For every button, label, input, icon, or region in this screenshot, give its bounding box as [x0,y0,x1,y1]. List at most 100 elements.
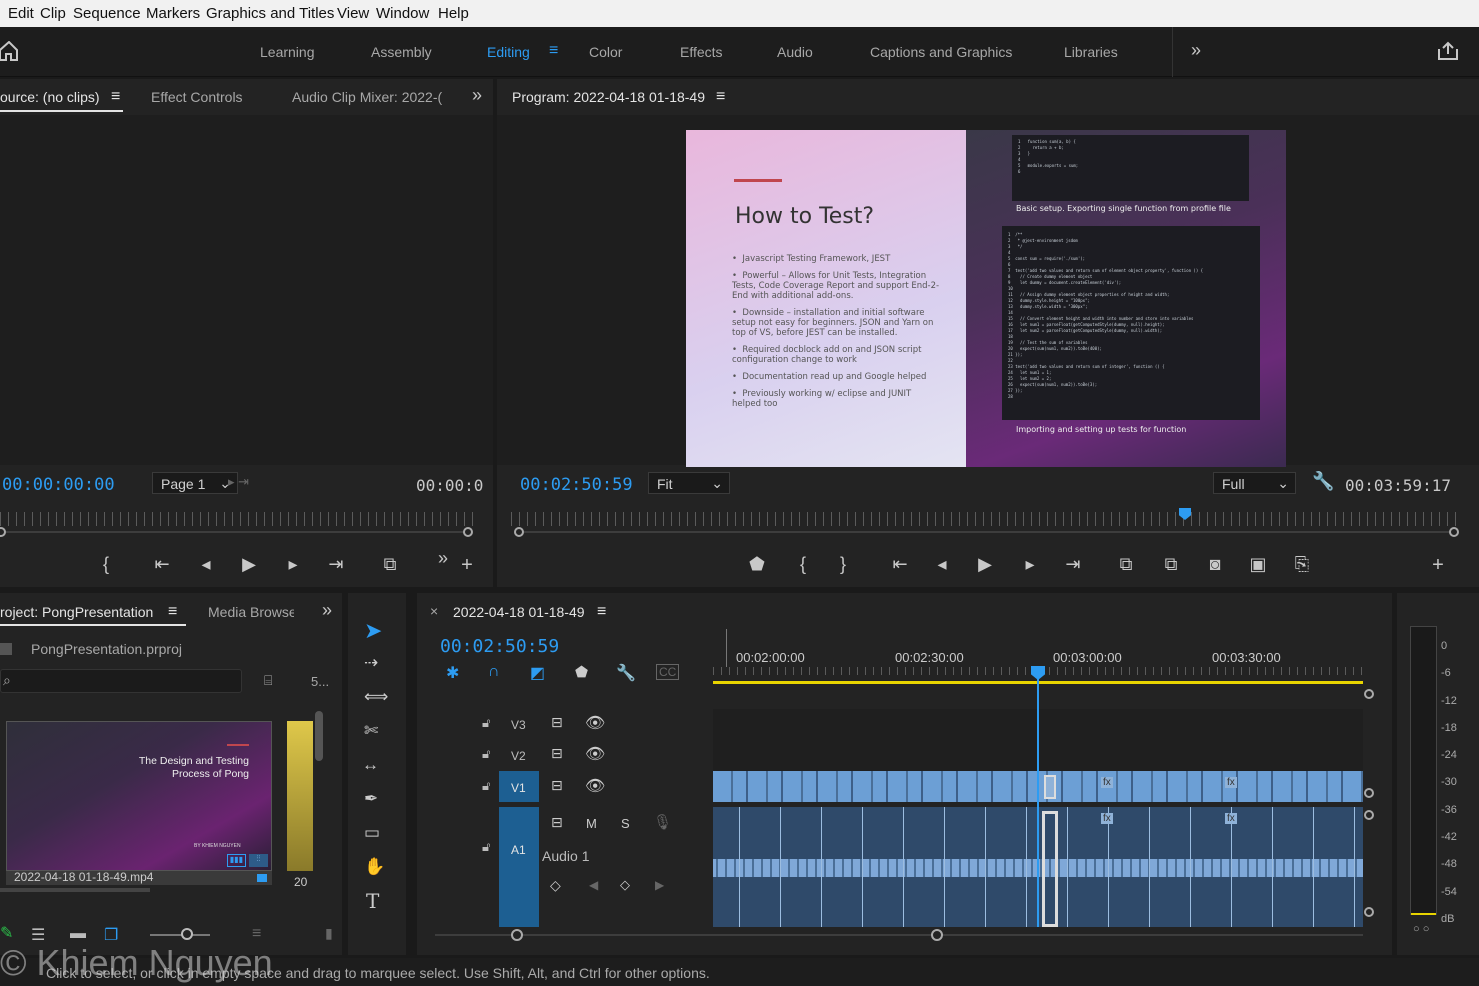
solo-button[interactable]: S [621,816,630,831]
sync-lock-icon[interactable]: ⊟ [551,714,563,731]
captions-icon[interactable]: CC [656,664,680,680]
menu-graphics-and-titles[interactable]: Graphics and Titles [206,5,334,22]
menu-edit[interactable]: Edit [8,5,34,22]
go-to-in-icon[interactable]: ⇤ [889,555,911,573]
wrench-icon[interactable]: 🔧 [616,663,636,683]
hand-tool-icon[interactable]: ✋ [364,857,385,877]
export-frame-icon[interactable]: ⎘ [1291,555,1313,573]
project-scrollbar[interactable] [315,711,323,761]
workspace-color[interactable]: Color [589,44,622,60]
new-bin-icon[interactable]: ▮ [325,925,333,942]
menu-markers[interactable]: Markers [146,5,200,22]
program-time-ruler[interactable] [511,512,1456,526]
menu-clip[interactable]: Clip [40,5,66,22]
track-select-tool-icon[interactable]: ⇢ [364,653,378,673]
vscroll-handle[interactable] [1364,907,1374,917]
workspace-effects[interactable]: Effects [680,44,723,60]
hscroll-handle-right[interactable] [931,929,943,941]
go-to-in-icon[interactable]: ⇤ [151,555,173,573]
project-overflow-icon[interactable]: » [322,600,332,621]
bin-search-icon[interactable]: ⌸ [264,672,272,689]
scroll-handle-right[interactable] [1449,527,1459,537]
timeline-timecode[interactable]: 00:02:50:59 [440,636,559,657]
add-marker-icon[interactable]: ⬟ [575,663,588,681]
vscroll-handle[interactable] [1364,788,1374,798]
track-label-v2[interactable]: V2 [511,749,526,763]
microphone-icon[interactable]: 🎙︎ [653,813,672,831]
prev-keyframe-icon[interactable]: ◀ [589,878,598,892]
go-to-out-icon[interactable]: ⇥ [1062,555,1084,573]
step-back-icon[interactable]: ◂ [931,555,953,573]
pencil-icon[interactable]: ✎ [0,923,13,943]
scroll-handle-right[interactable] [463,527,473,537]
camera-icon[interactable]: ◙ [1204,555,1226,573]
project-hscrollbar[interactable] [0,888,150,892]
type-tool-icon[interactable]: T [366,889,379,913]
add-button-icon[interactable]: + [456,555,478,575]
tab-media-browser[interactable]: Media Browse [208,604,294,620]
hscroll-handle-left[interactable] [511,929,523,941]
program-timecode[interactable]: 00:02:50:59 [520,475,633,495]
workspace-libraries[interactable]: Libraries [1064,44,1118,60]
snap-magnet-icon[interactable]: ∩ [488,663,500,681]
vscroll-handle[interactable] [1364,810,1374,820]
program-scroll-track[interactable] [517,531,1455,533]
sync-lock-icon[interactable]: ⊟ [551,777,563,794]
play-icon[interactable]: ▶ [238,555,260,573]
page-select[interactable]: Page 1 ⌄ [152,472,238,494]
tab-audio-clip-mixer[interactable]: Audio Clip Mixer: 2022-( [292,89,442,105]
lift-icon[interactable]: ⧉ [1115,555,1137,573]
timeline-hscroll-track[interactable] [435,934,1363,936]
selected-audio-clip[interactable] [1042,811,1058,927]
source-timecode-in[interactable]: 00:00:00:00 [2,475,115,495]
program-monitor-viewport[interactable]: How to Test? • Javascript Testing Framew… [497,115,1479,467]
menu-view[interactable]: View [337,5,369,22]
workspace-editing[interactable]: Editing [487,44,530,60]
workspace-menu-icon[interactable]: ≡ [549,42,558,60]
program-title[interactable]: Program: 2022-04-18 01-18-49 [512,89,705,105]
source-time-ruler[interactable] [0,512,476,526]
zoom-select[interactable]: Fit ⌄ [648,472,730,494]
menu-sequence[interactable]: Sequence [73,5,141,22]
eye-icon[interactable]: 👁︎ [585,744,605,764]
slip-tool-icon[interactable]: ↔ [362,755,379,775]
home-icon[interactable] [0,41,18,61]
lock-icon[interactable]: 🔓︎ [482,778,490,794]
tab-project[interactable]: roject: PongPresentation [0,604,153,620]
keyframe-icon[interactable]: ◇ [550,877,561,894]
mute-button[interactable]: M [586,816,597,831]
tab-source[interactable]: ource: (no clips) [0,89,100,105]
sort-icon[interactable]: ≡ [252,925,261,943]
razor-tool-icon[interactable]: ✄ [364,721,378,741]
track-label-v3[interactable]: V3 [511,718,526,732]
pen-tool-icon[interactable]: ✒ [364,789,378,809]
overflow-chevron-icon[interactable]: » [1191,40,1201,61]
media-thumbnail-2[interactable] [287,721,313,871]
insert-icon[interactable]: ⧉ [379,555,401,573]
selected-clip[interactable] [1044,775,1056,799]
program-menu-icon[interactable]: ≡ [716,88,725,106]
workspace-captions-and-graphics[interactable]: Captions and Graphics [870,44,1012,60]
step-forward-icon[interactable]: ▸ ⇥ [228,474,249,490]
step-forward-icon[interactable]: ▸ [282,555,304,573]
project-menu-icon[interactable]: ≡ [168,603,177,621]
quality-select[interactable]: Full ⌄ [1213,472,1296,494]
step-forward-icon[interactable]: ▸ [1019,555,1041,573]
search-input[interactable]: ⌕ [0,669,242,693]
source-menu-icon[interactable]: ≡ [111,88,120,106]
menu-window[interactable]: Window [376,5,429,22]
zoom-slider-track[interactable] [150,934,210,936]
scroll-handle-left[interactable] [0,527,6,537]
add-button-icon[interactable]: + [1427,555,1449,575]
media-thumbnail[interactable]: The Design and Testing Process of Pong B… [6,721,272,871]
track-label-a1[interactable]: A1 [511,843,526,857]
track-label-v1[interactable]: V1 [511,781,526,795]
icon-view-icon[interactable]: ▬ [70,925,86,943]
lock-icon[interactable]: 🔓︎ [482,839,490,855]
workspace-learning[interactable]: Learning [260,44,315,60]
extract-icon[interactable]: ⧉ [1160,555,1182,573]
source-overflow-icon[interactable]: » [472,85,482,106]
rectangle-tool-icon[interactable]: ▭ [364,823,380,843]
track-target-a1[interactable] [499,807,539,927]
solo-meter-icons[interactable]: ○ ○ [1413,923,1429,935]
